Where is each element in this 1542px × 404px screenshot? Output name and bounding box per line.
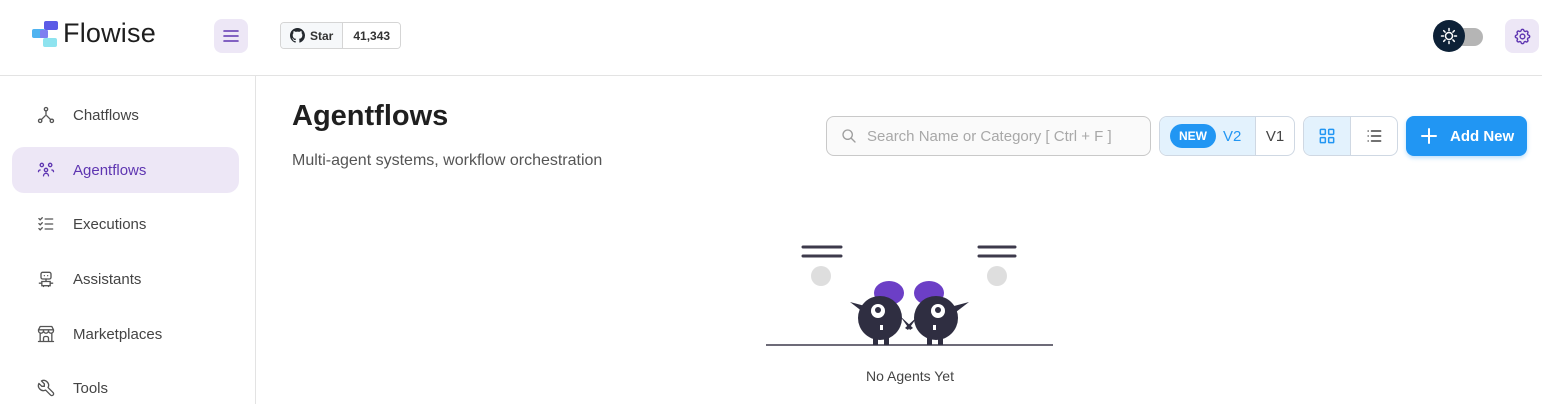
github-star-count[interactable]: 41,343	[343, 23, 401, 48]
app-header: Flowise Star 41,343	[0, 0, 1542, 76]
version-toggle: NEW V2 V1	[1159, 116, 1295, 156]
sidebar-item-agentflows[interactable]: Agentflows	[12, 147, 239, 193]
plus-icon	[1421, 128, 1437, 144]
github-star-label: Star	[310, 28, 334, 43]
sidebar: Chatflows Agentflows Executions Assistan…	[0, 76, 256, 404]
github-star-widget[interactable]: Star 41,343	[280, 22, 402, 49]
sidebar-item-executions[interactable]: Executions	[12, 201, 239, 247]
sidebar-item-label: Assistants	[73, 270, 142, 288]
sidebar-item-label: Chatflows	[73, 106, 139, 124]
github-star-button[interactable]: Star	[281, 23, 344, 48]
grid-icon	[1319, 128, 1335, 144]
add-new-label: Add New	[1450, 127, 1515, 145]
version-v1-button[interactable]: V1	[1256, 117, 1294, 155]
flowise-logo-icon	[32, 20, 58, 47]
users-group-icon	[37, 162, 55, 177]
empty-state-illustration	[766, 245, 1053, 346]
list-view-button[interactable]	[1351, 117, 1397, 155]
search-input[interactable]	[867, 127, 1137, 145]
card-view-button[interactable]	[1304, 117, 1351, 155]
sidebar-item-label: Agentflows	[73, 161, 147, 179]
toggle-knob	[1433, 20, 1465, 52]
sidebar-item-marketplaces[interactable]: Marketplaces	[12, 311, 239, 357]
new-badge: NEW	[1170, 124, 1216, 148]
sidebar-item-label: Tools	[73, 379, 109, 397]
robot-icon	[38, 271, 54, 288]
hierarchy-icon	[37, 106, 55, 124]
sidebar-item-assistants[interactable]: Assistants	[12, 256, 239, 302]
search-box[interactable]	[826, 116, 1151, 156]
sidebar-item-label: Marketplaces	[73, 325, 163, 343]
menu-toggle-button[interactable]	[214, 19, 248, 53]
version-v2-button[interactable]: NEW V2	[1160, 117, 1256, 155]
github-icon	[290, 28, 305, 43]
page-subtitle: Multi-agent systems, workflow orchestrat…	[292, 152, 603, 169]
building-store-icon	[37, 325, 55, 343]
sun-icon	[1440, 27, 1458, 45]
list-check-icon	[38, 217, 54, 231]
search-icon	[842, 129, 856, 143]
v2-label: V2	[1223, 127, 1242, 145]
list-icon	[1367, 130, 1382, 142]
flowise-logo[interactable]: Flowise	[30, 18, 156, 49]
sidebar-item-chatflows[interactable]: Chatflows	[12, 92, 239, 138]
settings-button[interactable]	[1505, 19, 1539, 53]
sidebar-item-label: Executions	[73, 215, 147, 233]
sidebar-item-tools[interactable]: Tools	[12, 365, 239, 404]
hamburger-icon	[223, 30, 239, 42]
add-new-button[interactable]: Add New	[1406, 116, 1527, 156]
gear-icon	[1514, 28, 1530, 44]
view-mode-toggle	[1303, 116, 1398, 156]
page-title: Agentflows	[292, 100, 449, 132]
tool-icon	[37, 379, 55, 397]
logo-text: Flowise	[63, 18, 156, 48]
empty-state-message: No Agents Yet	[866, 368, 954, 384]
theme-toggle-switch[interactable]	[1433, 20, 1485, 52]
